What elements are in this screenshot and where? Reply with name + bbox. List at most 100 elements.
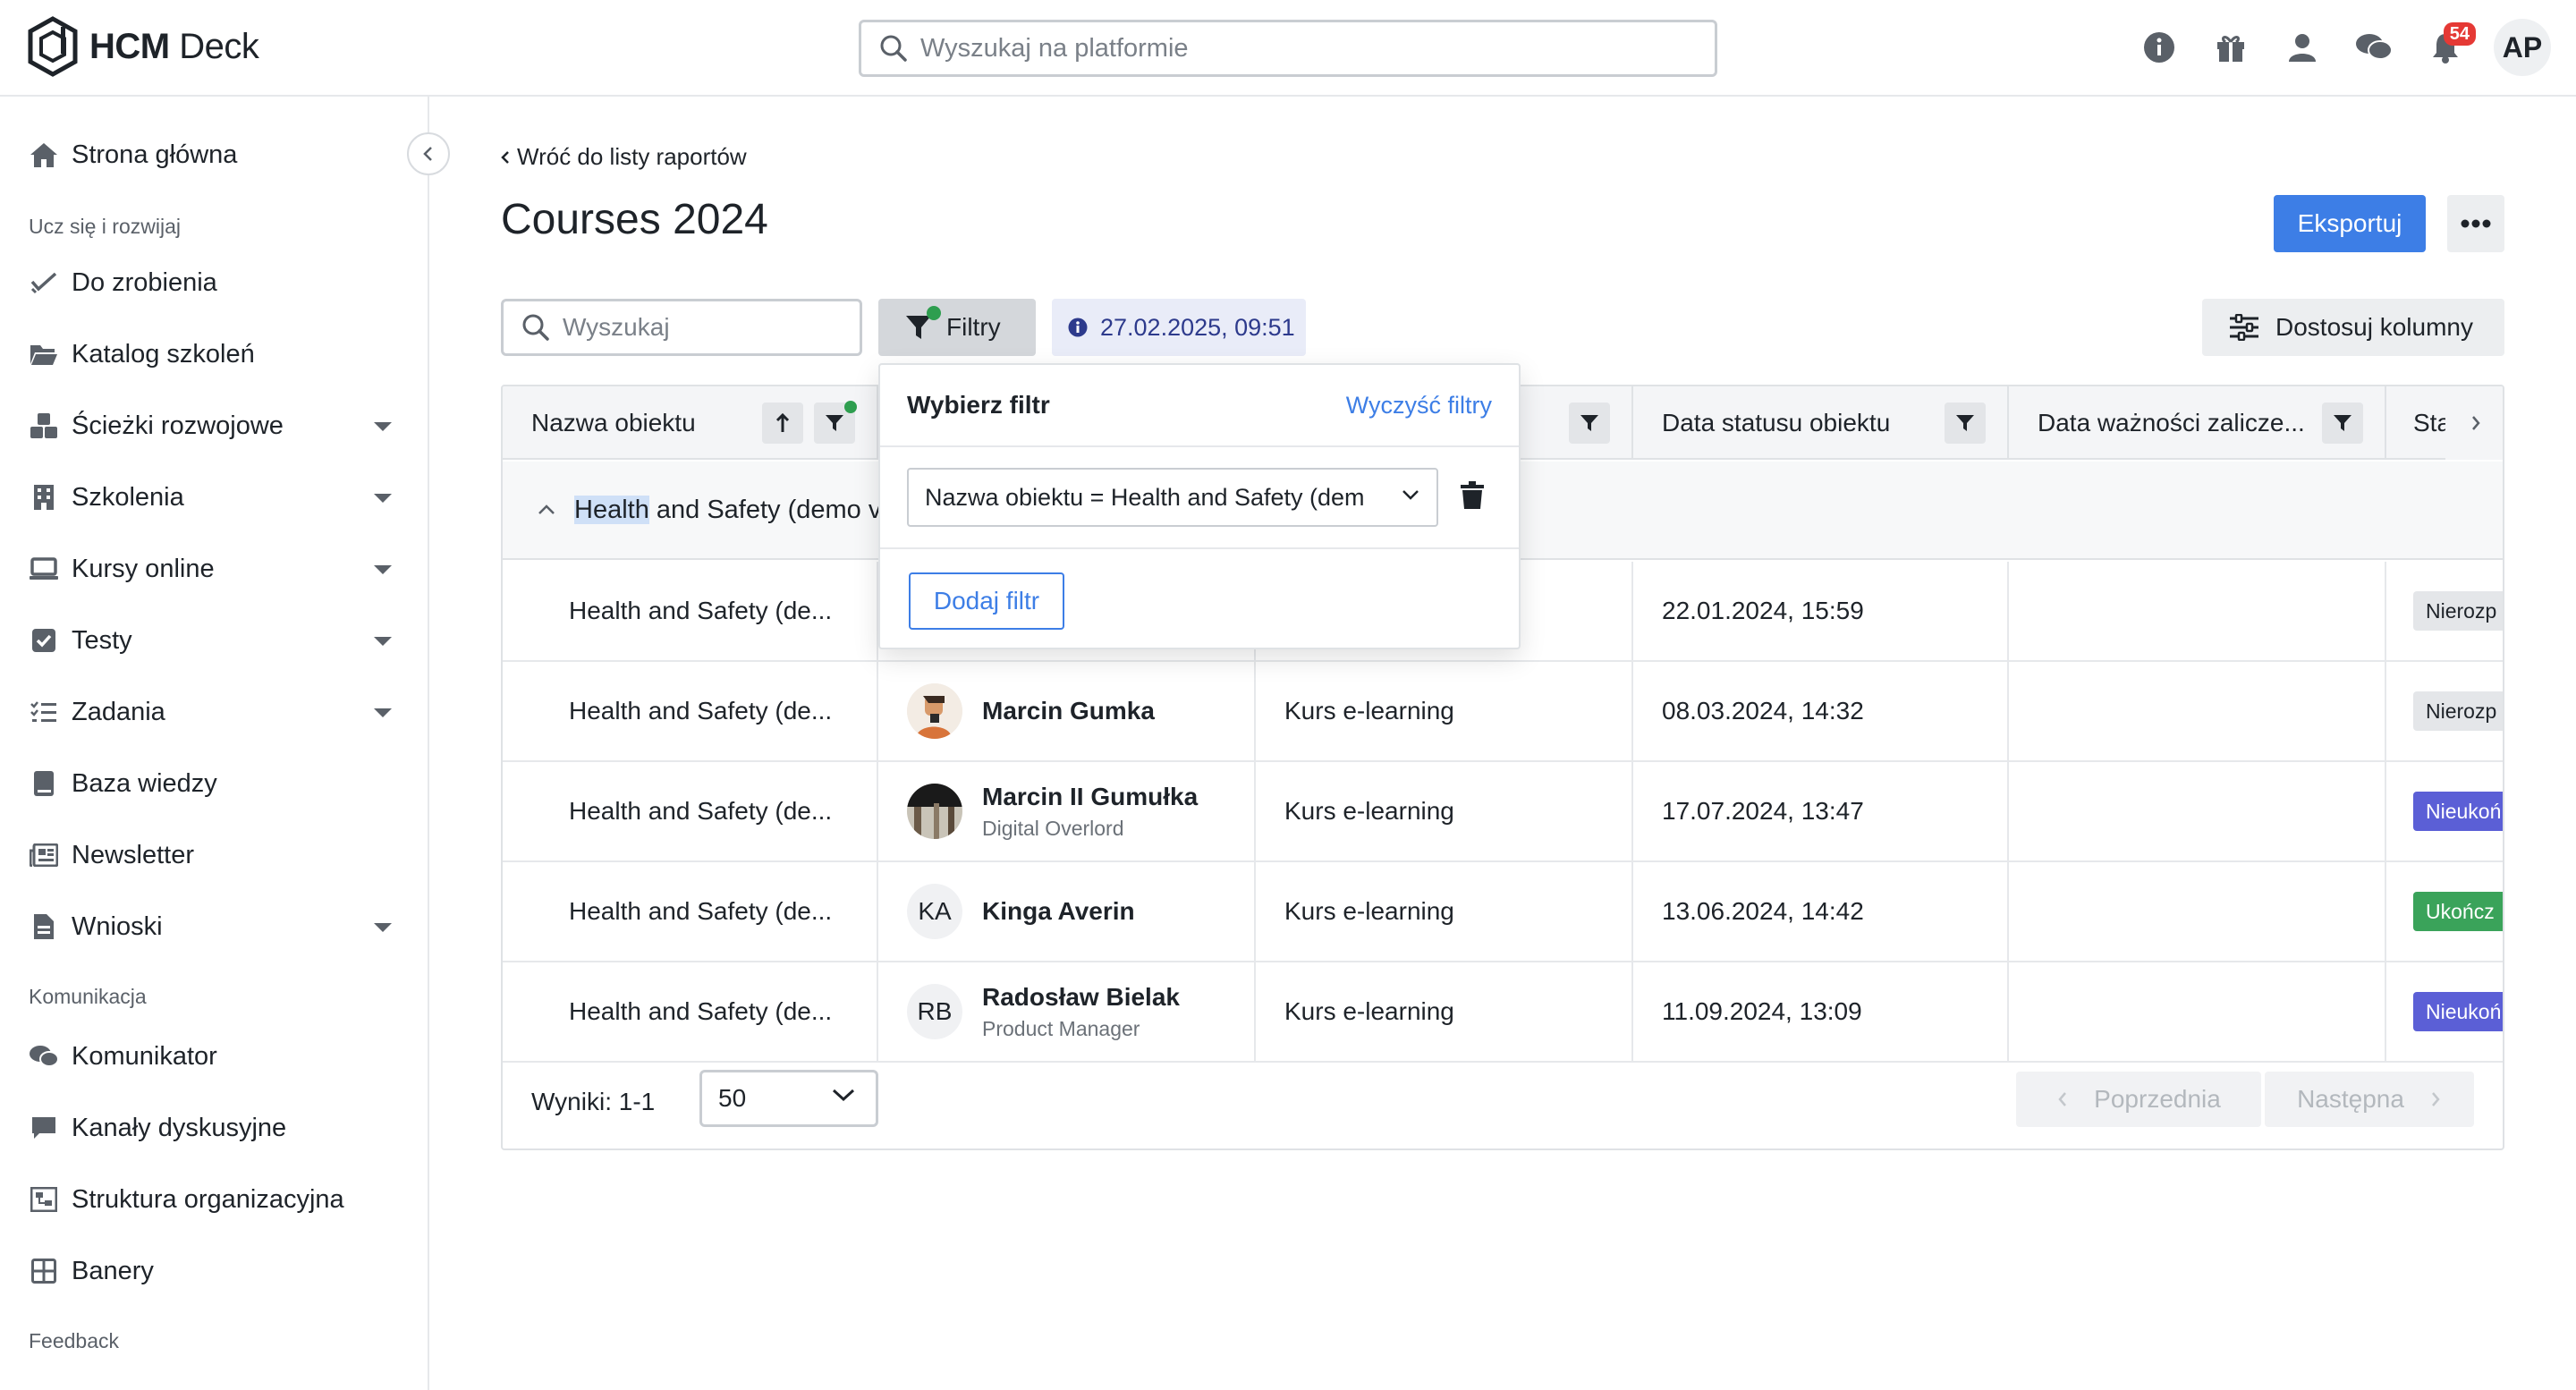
object-name-cell: Health and Safety (de... bbox=[503, 962, 878, 1061]
column-header-expiry-date[interactable]: Data ważności zalicze... bbox=[2009, 386, 2386, 460]
status-badge: Nierozp bbox=[2413, 691, 2503, 731]
sidebar-item-knowledge-base[interactable]: Baza wiedzy bbox=[0, 757, 428, 810]
sidebar-item-home[interactable]: Strona główna bbox=[0, 128, 428, 182]
home-icon bbox=[29, 140, 59, 170]
table-search-input[interactable] bbox=[563, 313, 849, 342]
user-avatar[interactable]: AP bbox=[2494, 19, 2551, 76]
chevron-left-icon bbox=[423, 147, 432, 161]
status-cell: Nierozp bbox=[2386, 562, 2503, 660]
list-icon bbox=[29, 697, 59, 727]
document-icon bbox=[29, 911, 59, 942]
per-page-select[interactable]: 50 bbox=[699, 1070, 878, 1127]
expand-caret-icon[interactable] bbox=[374, 422, 392, 431]
info-icon bbox=[1068, 318, 1088, 337]
sliders-icon bbox=[2230, 314, 2258, 341]
section-communication: Komunikacja bbox=[29, 985, 147, 1008]
sidebar-item-messenger[interactable]: Komunikator bbox=[0, 1030, 428, 1083]
sidebar-item-todo[interactable]: Do zrobienia bbox=[0, 256, 428, 309]
expiry-date-cell bbox=[2009, 962, 2386, 1061]
sidebar-item-online-courses[interactable]: Kursy online bbox=[0, 542, 428, 596]
customize-columns-button[interactable]: Dostosuj kolumny bbox=[2202, 299, 2504, 356]
object-name-cell: Health and Safety (de... bbox=[503, 662, 878, 760]
clear-filters-link[interactable]: Wyczyść filtry bbox=[1346, 392, 1492, 420]
global-search[interactable] bbox=[859, 20, 1717, 77]
chat-icon bbox=[29, 1041, 59, 1072]
report-date-chip: 27.02.2025, 09:51 bbox=[1052, 299, 1306, 356]
notifications-button[interactable]: 54 bbox=[2410, 12, 2481, 83]
next-page-button[interactable]: Następna bbox=[2265, 1072, 2474, 1127]
export-button[interactable]: Eksportuj bbox=[2274, 195, 2426, 252]
sort-button[interactable] bbox=[762, 403, 803, 444]
sidebar-item-channels[interactable]: Kanały dyskusyjne bbox=[0, 1101, 428, 1155]
back-to-reports-link[interactable]: Wróć do listy raportów bbox=[499, 143, 747, 171]
type-cell: Kurs e-learning bbox=[1256, 862, 1633, 961]
sidebar-item-banners[interactable]: Banery bbox=[0, 1244, 428, 1298]
book-icon bbox=[29, 768, 59, 799]
column-header-status-date[interactable]: Data statusu obiektu bbox=[1633, 386, 2009, 460]
sidebar-item-trainings[interactable]: Szkolenia bbox=[0, 470, 428, 524]
expand-caret-icon[interactable] bbox=[374, 565, 392, 574]
column-filter-button[interactable] bbox=[1945, 403, 1986, 444]
filters-button[interactable]: Filtry bbox=[878, 299, 1036, 356]
user-cell: KA Kinga Averin bbox=[878, 862, 1256, 961]
avatar[interactable]: RB bbox=[907, 984, 962, 1039]
type-cell: Kurs e-learning bbox=[1256, 762, 1633, 860]
sidebar-item-tests[interactable]: Testy bbox=[0, 614, 428, 667]
avatar[interactable] bbox=[907, 683, 962, 739]
messages-button[interactable] bbox=[2338, 12, 2410, 83]
info-button[interactable] bbox=[2123, 12, 2195, 83]
expand-caret-icon[interactable] bbox=[374, 494, 392, 503]
arrow-up-icon bbox=[775, 413, 790, 432]
status-date-cell: 17.07.2024, 13:47 bbox=[1633, 762, 2009, 860]
expand-caret-icon[interactable] bbox=[374, 923, 392, 932]
collapse-sidebar-button[interactable] bbox=[407, 132, 450, 175]
sidebar-item-requests[interactable]: Wnioski bbox=[0, 900, 428, 954]
filter-popover-header: Wybierz filtr Wyczyść filtry bbox=[880, 365, 1519, 447]
add-filter-button[interactable]: Dodaj filtr bbox=[909, 572, 1064, 630]
search-icon bbox=[880, 35, 907, 62]
sidebar-item-newsletter[interactable]: Newsletter bbox=[0, 828, 428, 882]
filter-popover-title: Wybierz filtr bbox=[907, 391, 1050, 419]
info-icon bbox=[2144, 32, 2174, 63]
table-row[interactable]: Health and Safety (de... KA Kinga Averin… bbox=[503, 862, 2503, 962]
global-search-input[interactable] bbox=[920, 33, 1681, 64]
scroll-columns-right-button[interactable] bbox=[2445, 386, 2503, 460]
column-filter-button[interactable] bbox=[2322, 403, 2363, 444]
comment-icon bbox=[29, 1113, 59, 1143]
profile-button[interactable] bbox=[2267, 12, 2338, 83]
table-row[interactable]: Health and Safety (de... Marcin Gumka Ku… bbox=[503, 662, 2503, 762]
sidebar-item-tasks[interactable]: Zadania bbox=[0, 685, 428, 739]
org-chart-icon bbox=[29, 1184, 59, 1215]
sidebar-item-catalog[interactable]: Katalog szkoleń bbox=[0, 327, 428, 381]
filter-icon bbox=[1580, 415, 1598, 431]
column-filter-button[interactable] bbox=[1569, 403, 1610, 444]
previous-page-button[interactable]: Poprzednia bbox=[2016, 1072, 2261, 1127]
status-badge: Nieukoń bbox=[2413, 792, 2503, 831]
app-logo[interactable]: HCM Deck bbox=[27, 16, 259, 77]
table-search[interactable] bbox=[501, 299, 862, 356]
section-learn: Ucz się i rozwijaj bbox=[29, 215, 181, 238]
chevron-up-icon bbox=[538, 504, 555, 514]
filter-select[interactable]: Nazwa obiektu = Health and Safety (dem bbox=[907, 468, 1438, 527]
table-footer: Wyniki: 1-1 50 Poprzednia Następna bbox=[503, 1054, 2503, 1148]
sidebar-item-org-structure[interactable]: Struktura organizacyjna bbox=[0, 1173, 428, 1226]
expand-caret-icon[interactable] bbox=[374, 637, 392, 646]
sidebar-item-paths[interactable]: Ścieżki rozwojowe bbox=[0, 399, 428, 453]
delete-filter-button[interactable] bbox=[1460, 480, 1485, 514]
app-name: HCM Deck bbox=[89, 26, 259, 66]
group-label: Health and Safety (demo v bbox=[574, 495, 882, 524]
chevron-left-icon bbox=[2058, 1092, 2067, 1106]
column-header-object-name[interactable]: Nazwa obiektu bbox=[503, 386, 878, 460]
avatar[interactable]: KA bbox=[907, 884, 962, 939]
section-feedback: Feedback bbox=[29, 1329, 120, 1352]
filter-popover: Wybierz filtr Wyczyść filtry Nazwa obiek… bbox=[878, 363, 1521, 649]
avatar[interactable] bbox=[907, 784, 962, 839]
table-row[interactable]: Health and Safety (de... Marcin II Gumuł… bbox=[503, 762, 2503, 862]
more-options-button[interactable] bbox=[2447, 195, 2504, 252]
gifts-button[interactable] bbox=[2195, 12, 2267, 83]
column-filter-button[interactable] bbox=[814, 401, 857, 444]
expand-caret-icon[interactable] bbox=[374, 708, 392, 717]
user-photo-icon bbox=[907, 683, 962, 739]
table-row[interactable]: Health and Safety (de... RB Radosław Bie… bbox=[503, 962, 2503, 1063]
filter-row: Nazwa obiektu = Health and Safety (dem bbox=[880, 447, 1519, 549]
